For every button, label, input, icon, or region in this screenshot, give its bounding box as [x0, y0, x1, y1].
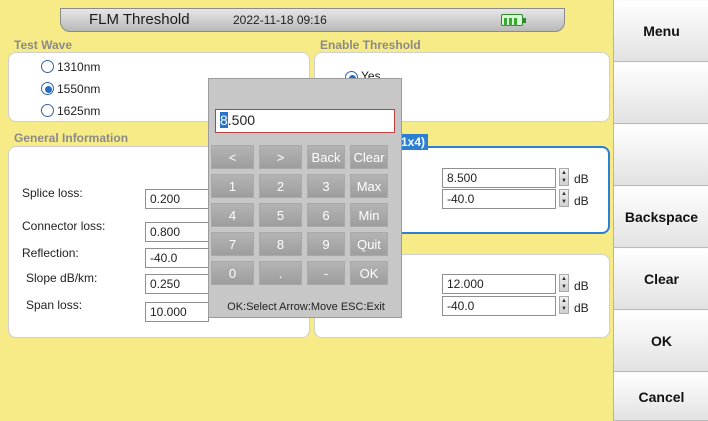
keypad-input[interactable]: 8.500 [215, 109, 395, 133]
key-1[interactable]: 1 [211, 174, 254, 198]
spin-arrows-icon[interactable]: ▲ ▼ [559, 274, 569, 292]
unit-label: dB [574, 194, 589, 208]
key-decimal[interactable]: . [259, 261, 302, 285]
reflection-label: Reflection: [22, 246, 79, 260]
key-max[interactable]: Max [350, 174, 388, 198]
radio-icon[interactable] [41, 60, 54, 73]
reflection-field[interactable]: -40.0 [145, 248, 209, 268]
splitter-reflection-field[interactable]: -40.0 [442, 189, 556, 209]
span-loss-field[interactable]: 10.000 [145, 302, 209, 322]
test-wave-label: Test Wave [14, 38, 73, 52]
menu-button[interactable]: Menu [614, 0, 708, 62]
key-4[interactable]: 4 [211, 203, 254, 227]
key-9[interactable]: 9 [307, 232, 345, 256]
key-3[interactable]: 3 [307, 174, 345, 198]
span-loss-label: Span loss: [26, 298, 83, 312]
softkey-blank-1[interactable] [614, 62, 708, 124]
radio-selected-icon[interactable] [41, 82, 54, 95]
main-area: FLM Threshold 2022-11-18 09:16 Test Wave… [0, 0, 613, 421]
wave-option-label: 1310nm [57, 60, 101, 74]
radio-icon[interactable] [41, 104, 54, 117]
key-min[interactable]: Min [350, 203, 388, 227]
key-quit[interactable]: Quit [350, 232, 388, 256]
slope-field[interactable]: 0.250 [145, 274, 209, 294]
softkey-blank-2[interactable] [614, 124, 708, 186]
key-right[interactable]: > [259, 145, 302, 169]
unit-label: dB [574, 301, 589, 315]
clear-button[interactable]: Clear [614, 248, 708, 310]
unit-label: dB [574, 172, 589, 186]
keypad-input-cursor-char: 8 [220, 112, 228, 128]
unit-label: dB [574, 279, 589, 293]
splice-loss-field[interactable]: 0.200 [145, 189, 209, 209]
connector-loss-field[interactable]: 0.800 [145, 222, 209, 242]
spin-arrows-icon[interactable]: ▲ ▼ [559, 189, 569, 207]
wave-option-label: 1550nm [57, 82, 101, 96]
ok-button[interactable]: OK [614, 310, 708, 372]
spin-arrows-icon[interactable]: ▲ ▼ [559, 168, 569, 186]
spin-arrows-icon[interactable]: ▲ ▼ [559, 296, 569, 314]
key-clear[interactable]: Clear [350, 145, 388, 169]
splitter-panel-header: 1x4) [398, 134, 429, 150]
backspace-button[interactable]: Backspace [614, 186, 708, 248]
splice-loss-label: Splice loss: [22, 186, 83, 200]
enable-threshold-label: Enable Threshold [320, 38, 421, 52]
key-left[interactable]: < [211, 145, 254, 169]
general-info-label: General Information [14, 131, 129, 145]
datetime: 2022-11-18 09:16 [233, 13, 327, 27]
cancel-button[interactable]: Cancel [614, 372, 708, 421]
numeric-keypad: 8.500 < > Back Clear 1 2 3 Max 4 5 6 Min… [208, 78, 402, 318]
connector-loss-label: Connector loss: [22, 219, 106, 233]
keypad-help-text: OK:Select Arrow:Move ESC:Exit [227, 301, 385, 313]
key-0[interactable]: 0 [211, 261, 254, 285]
lower-loss-field[interactable]: 12.000 [442, 274, 556, 294]
softkey-sidebar: Menu Backspace Clear OK Cancel [613, 0, 708, 421]
title-bar: FLM Threshold 2022-11-18 09:16 [60, 8, 565, 32]
battery-icon [501, 14, 526, 26]
key-7[interactable]: 7 [211, 232, 254, 256]
keypad-input-rest: .500 [227, 112, 256, 128]
key-2[interactable]: 2 [259, 174, 302, 198]
wave-option-label: 1625nm [57, 104, 101, 118]
key-8[interactable]: 8 [259, 232, 302, 256]
slope-label: Slope dB/km: [26, 271, 98, 285]
page-title: FLM Threshold [89, 11, 190, 28]
key-minus[interactable]: - [307, 261, 345, 285]
key-ok[interactable]: OK [350, 261, 388, 285]
splitter-loss-field[interactable]: 8.500 [442, 168, 556, 188]
key-back[interactable]: Back [307, 145, 345, 169]
key-5[interactable]: 5 [259, 203, 302, 227]
key-6[interactable]: 6 [307, 203, 345, 227]
lower-reflection-field[interactable]: -40.0 [442, 296, 556, 316]
